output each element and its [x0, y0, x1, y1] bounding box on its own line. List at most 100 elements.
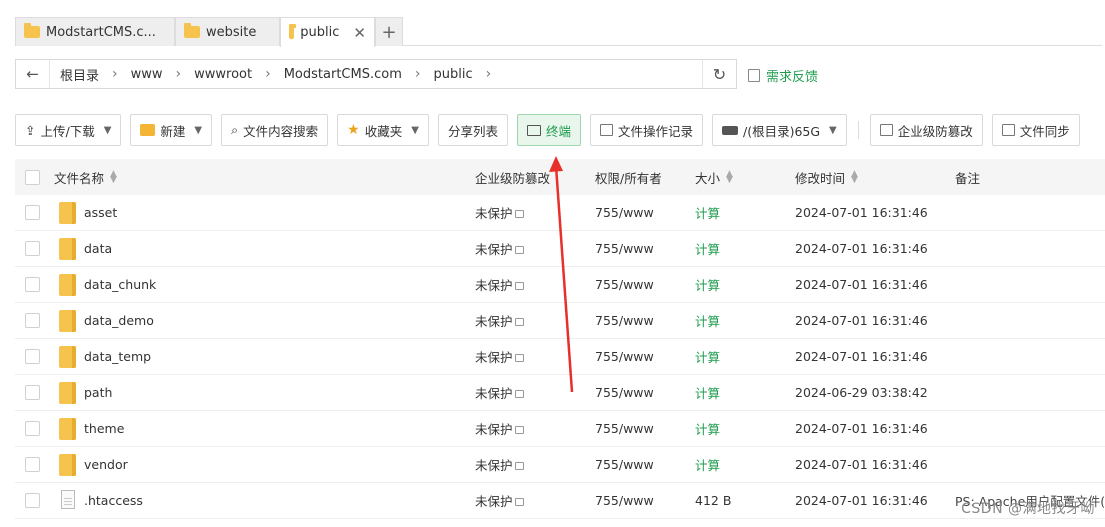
file-size[interactable]: 计算 [695, 239, 720, 258]
column-mtime[interactable]: 修改时间 ▲ ▼ [795, 168, 858, 187]
add-tab-button[interactable]: + [375, 17, 403, 46]
disk-select-button[interactable]: /(根目录)65G ▼ [711, 114, 847, 146]
permission[interactable]: 755/www [595, 241, 654, 256]
permission[interactable]: 755/www [595, 457, 654, 472]
file-sync-button[interactable]: 文件同步 [991, 114, 1080, 146]
modified-time: 2024-07-01 16:31:46 [795, 205, 928, 220]
row-checkbox[interactable] [25, 241, 40, 256]
row-checkbox[interactable] [25, 313, 40, 328]
folder-icon [289, 23, 297, 39]
operation-log-button[interactable]: 文件操作记录 [589, 114, 703, 146]
protect-status[interactable]: 未保护 [475, 419, 524, 438]
select-all-checkbox[interactable] [25, 169, 40, 185]
protect-status[interactable]: 未保护 [475, 455, 524, 474]
folder-icon [59, 274, 76, 296]
permission[interactable]: 755/www [595, 313, 654, 328]
row-checkbox[interactable] [25, 205, 40, 220]
feedback-link[interactable]: 需求反馈 [748, 66, 818, 85]
row-checkbox[interactable] [25, 349, 40, 364]
chevron-right-icon: › [485, 66, 492, 82]
column-size[interactable]: 大小 ▲ ▼ [695, 168, 733, 187]
file-name[interactable]: asset [84, 205, 117, 220]
back-button[interactable]: ← [16, 60, 50, 88]
column-name[interactable]: 文件名称 ▲ ▼ [54, 168, 117, 187]
breadcrumb-item[interactable]: 根目录 [60, 65, 99, 84]
file-name[interactable]: vendor [84, 457, 128, 472]
file-size[interactable]: 计算 [695, 275, 720, 294]
refresh-icon: ↻ [712, 64, 727, 84]
table-row[interactable]: asset 未保护 755/www 计算 2024-07-01 16:31:46 [15, 195, 1105, 231]
tab-public[interactable]: public ✕ [280, 17, 375, 47]
toolbar: ⇪ 上传/下载 ▼ 新建 ▼ ⌕ 文件内容搜索 ★ 收藏夹 ▼ 分享列表 终端 … [15, 114, 1080, 146]
table-row[interactable]: .htaccess 未保护 755/www 412 B 2024-07-01 16:31… [15, 483, 1105, 519]
breadcrumb-item[interactable]: www [131, 67, 163, 82]
row-checkbox[interactable] [25, 385, 40, 400]
row-checkbox[interactable] [25, 421, 40, 436]
breadcrumb-item[interactable]: wwwroot [194, 67, 252, 82]
table-row[interactable]: data_chunk 未保护 755/www 计算 2024-07-01 16:31:4… [15, 267, 1105, 303]
table-row[interactable]: data_demo 未保护 755/www 计算 2024-07-01 16:31:46 [15, 303, 1105, 339]
permission[interactable]: 755/www [595, 421, 654, 436]
tab-website[interactable]: website [175, 17, 280, 46]
breadcrumb-item[interactable]: public [433, 67, 472, 82]
file-size[interactable]: 计算 [695, 347, 720, 366]
terminal-button[interactable]: 终端 [516, 114, 581, 146]
folder-icon [59, 346, 76, 368]
folder-icon [59, 202, 76, 224]
protect-status[interactable]: 未保护 [475, 311, 524, 330]
file-name[interactable]: data_chunk [84, 277, 156, 292]
table-row[interactable]: data_temp 未保护 755/www 计算 2024-07-01 16:31:46 [15, 339, 1105, 375]
button-label: /(根目录)65G [742, 123, 821, 139]
folder-icon [24, 23, 40, 38]
row-checkbox[interactable] [25, 493, 40, 508]
permission[interactable]: 755/www [595, 493, 654, 508]
row-checkbox[interactable] [25, 277, 40, 292]
table-row[interactable]: data 未保护 755/www 计算 2024-07-01 16:31:46 [15, 231, 1105, 267]
table-row[interactable]: theme 未保护 755/www 计算 2024-07-01 16:31:46 [15, 411, 1105, 447]
tab-label: ModstartCMS.c... [46, 24, 156, 40]
favorites-button[interactable]: ★ 收藏夹 ▼ [337, 114, 429, 146]
file-name[interactable]: theme [84, 421, 124, 436]
breadcrumb-item[interactable]: ModstartCMS.com [284, 67, 402, 82]
protect-label: 未保护 [475, 206, 513, 221]
share-list-button[interactable]: 分享列表 [437, 114, 508, 146]
upload-download-button[interactable]: ⇪ 上传/下载 ▼ [15, 114, 122, 146]
file-size[interactable]: 计算 [695, 383, 720, 402]
refresh-button[interactable]: ↻ [702, 60, 736, 88]
protect-status[interactable]: 未保护 [475, 275, 524, 294]
file-name[interactable]: data [84, 241, 112, 256]
file-size[interactable]: 计算 [695, 455, 720, 474]
protect-status[interactable]: 未保护 [475, 383, 524, 402]
permission[interactable]: 755/www [595, 277, 654, 292]
close-icon[interactable]: ✕ [353, 24, 366, 42]
tamper-protect-button[interactable]: 企业级防篡改 [869, 114, 983, 146]
file-name[interactable]: data_temp [84, 349, 151, 364]
table-row[interactable]: path 未保护 755/www 计算 2024-06-29 03:38:42 [15, 375, 1105, 411]
table-row[interactable]: vendor 未保护 755/www 计算 2024-07-01 16:31:46 [15, 447, 1105, 483]
file-name[interactable]: data_demo [84, 313, 154, 328]
protect-status[interactable]: 未保护 [475, 491, 524, 510]
content-search-button[interactable]: ⌕ 文件内容搜索 [221, 114, 329, 146]
tab-modstartcms[interactable]: ModstartCMS.c... [15, 17, 175, 46]
file-size[interactable]: 计算 [695, 311, 720, 330]
protect-status[interactable]: 未保护 [475, 347, 524, 366]
new-button[interactable]: 新建 ▼ [130, 114, 213, 146]
file-name[interactable]: .htaccess [84, 493, 143, 508]
protect-status[interactable]: 未保护 [475, 203, 524, 222]
file-size[interactable]: 计算 [695, 203, 720, 222]
row-checkbox[interactable] [25, 457, 40, 472]
modified-time: 2024-07-01 16:31:46 [795, 313, 928, 328]
lock-icon [514, 246, 524, 254]
permission[interactable]: 755/www [595, 349, 654, 364]
permission[interactable]: 755/www [595, 205, 654, 220]
permission[interactable]: 755/www [595, 385, 654, 400]
file-name[interactable]: path [84, 385, 112, 400]
protect-status[interactable]: 未保护 [475, 239, 524, 258]
tab-bar: ModstartCMS.c... website public ✕ + [15, 17, 1102, 47]
header-label: 文件名称 [54, 170, 105, 186]
breadcrumb: 根目录 › www › wwwroot › ModstartCMS.com › … [50, 65, 702, 84]
button-label: 文件内容搜索 [243, 123, 319, 139]
chevron-right-icon: › [414, 66, 421, 82]
lock-icon [514, 462, 524, 470]
file-size[interactable]: 计算 [695, 419, 720, 438]
